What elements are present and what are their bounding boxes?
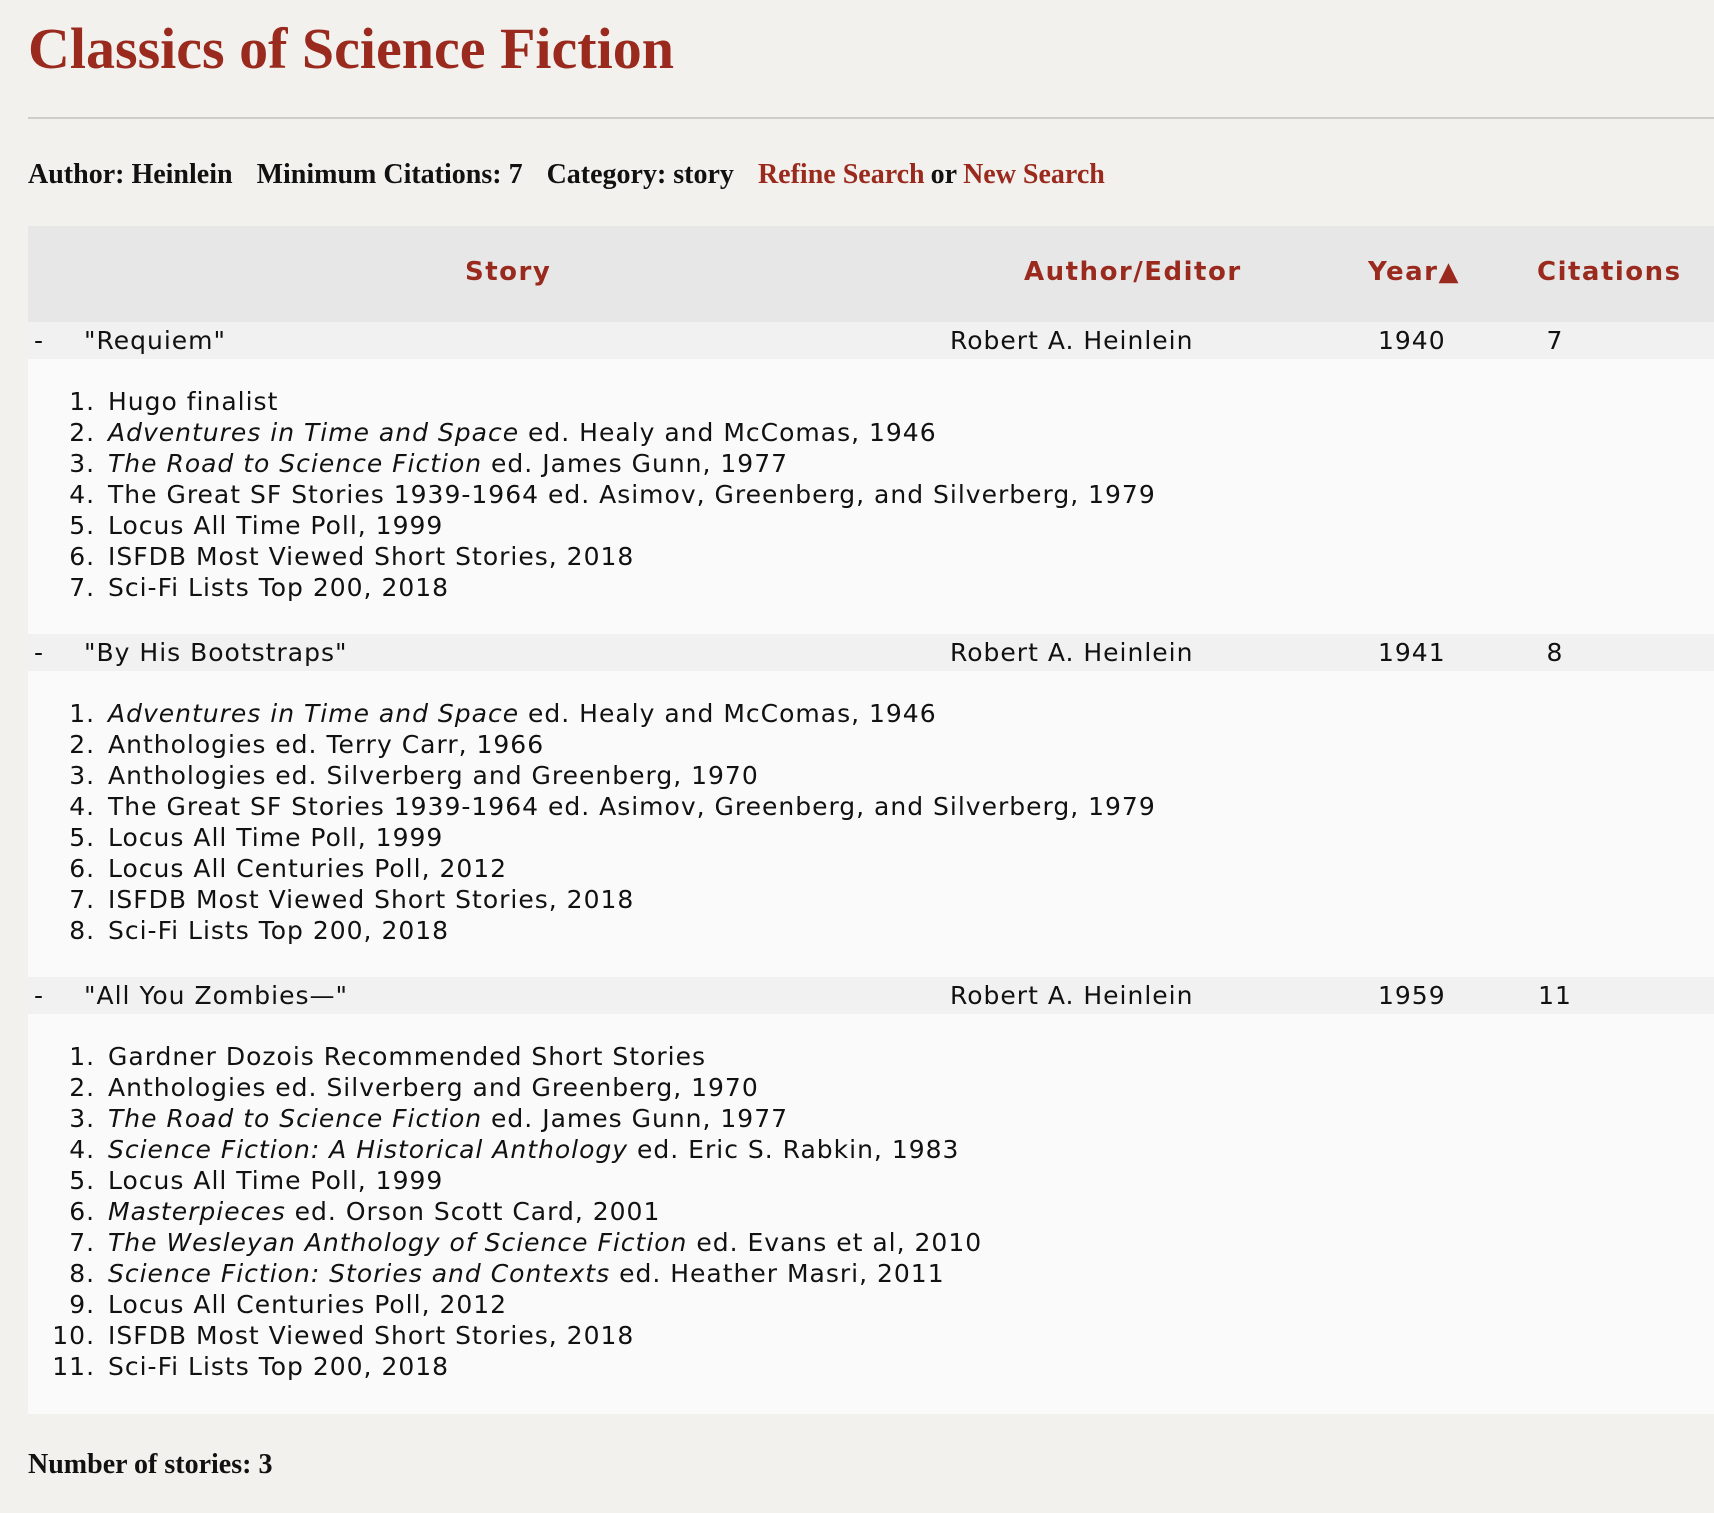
list-item: Locus All Time Poll, 1999 bbox=[104, 1165, 982, 1196]
list-item: Masterpieces ed. Orson Scott Card, 2001 bbox=[104, 1196, 982, 1227]
list-item: Anthologies ed. Terry Carr, 1966 bbox=[104, 729, 1156, 760]
story-year: 1959 bbox=[1378, 981, 1446, 1010]
list-item: Science Fiction: Stories and Contexts ed… bbox=[104, 1258, 982, 1289]
collapse-toggle[interactable]: - bbox=[34, 322, 44, 359]
list-item: Locus All Time Poll, 1999 bbox=[104, 822, 1156, 853]
list-item: Gardner Dozois Recommended Short Stories bbox=[104, 1041, 982, 1072]
story-year: 1941 bbox=[1378, 638, 1446, 667]
results-table: Story Author/Editor Year▲ Citations - "R… bbox=[28, 226, 1714, 1414]
citations-column-header[interactable]: Citations bbox=[1537, 257, 1682, 287]
list-item: Adventures in Time and Space ed. Healy a… bbox=[104, 698, 1156, 729]
list-item: Adventures in Time and Space ed. Healy a… bbox=[104, 417, 1156, 448]
story-citations: 11 bbox=[1538, 981, 1572, 1010]
list-item: Anthologies ed. Silverberg and Greenberg… bbox=[104, 760, 1156, 791]
author-column-header[interactable]: Author/Editor bbox=[1024, 257, 1242, 287]
refine-search-link[interactable]: Refine Search bbox=[758, 159, 925, 190]
list-item: ISFDB Most Viewed Short Stories, 2018 bbox=[104, 884, 1156, 915]
list-item: The Great SF Stories 1939-1964 ed. Asimo… bbox=[104, 479, 1156, 510]
list-item: Hugo finalist bbox=[104, 386, 1156, 417]
table-header: Story Author/Editor Year▲ Citations bbox=[28, 226, 1714, 322]
collapse-toggle[interactable]: - bbox=[34, 634, 44, 671]
list-item: The Wesleyan Anthology of Science Fictio… bbox=[104, 1227, 982, 1258]
citation-list: Adventures in Time and Space ed. Healy a… bbox=[28, 698, 1156, 946]
category-criterion: Category: story bbox=[546, 159, 734, 190]
story-citations: 7 bbox=[1546, 326, 1564, 355]
title-divider bbox=[28, 117, 1714, 119]
list-item: ISFDB Most Viewed Short Stories, 2018 bbox=[104, 1320, 982, 1351]
story-author: Robert A. Heinlein bbox=[950, 981, 1194, 1010]
list-item: Sci-Fi Lists Top 200, 2018 bbox=[104, 915, 1156, 946]
table-row: - "Requiem" Robert A. Heinlein 1940 7 bbox=[28, 322, 1714, 359]
table-row: - "All You Zombies—" Robert A. Heinlein … bbox=[28, 977, 1714, 1014]
or-text: or bbox=[930, 159, 958, 190]
list-item: Science Fiction: A Historical Anthology … bbox=[104, 1134, 982, 1165]
new-search-link[interactable]: New Search bbox=[963, 159, 1105, 190]
list-item: Anthologies ed. Silverberg and Greenberg… bbox=[104, 1072, 982, 1103]
collapse-toggle[interactable]: - bbox=[34, 977, 44, 1014]
author-criterion: Author: Heinlein bbox=[28, 159, 233, 190]
story-year: 1940 bbox=[1378, 326, 1446, 355]
list-item: Locus All Centuries Poll, 2012 bbox=[104, 1289, 982, 1320]
page-title: Classics of Science Fiction bbox=[28, 16, 674, 81]
list-item: Locus All Centuries Poll, 2012 bbox=[104, 853, 1156, 884]
story-title: "By His Bootstraps" bbox=[84, 638, 348, 667]
list-item: The Road to Science Fiction ed. James Gu… bbox=[104, 1103, 982, 1134]
list-item: Sci-Fi Lists Top 200, 2018 bbox=[104, 1351, 982, 1382]
story-title: "All You Zombies—" bbox=[84, 981, 348, 1010]
story-title: "Requiem" bbox=[84, 326, 227, 355]
list-item: Locus All Time Poll, 1999 bbox=[104, 510, 1156, 541]
list-item: The Road to Science Fiction ed. James Gu… bbox=[104, 448, 1156, 479]
story-count: Number of stories: 3 bbox=[28, 1449, 273, 1480]
table-row: - "By His Bootstraps" Robert A. Heinlein… bbox=[28, 634, 1714, 671]
story-citations: 8 bbox=[1546, 638, 1564, 667]
page: Classics of Science Fiction Author: Hein… bbox=[0, 0, 1714, 192]
search-criteria: Author: Heinlein Minimum Citations: 7 Cate… bbox=[28, 158, 1714, 192]
list-item: The Great SF Stories 1939-1964 ed. Asimo… bbox=[104, 791, 1156, 822]
citation-list: Hugo finalist Adventures in Time and Spa… bbox=[28, 386, 1156, 603]
year-column-header[interactable]: Year▲ bbox=[1368, 257, 1460, 287]
citation-list: Gardner Dozois Recommended Short Stories… bbox=[28, 1041, 982, 1382]
citations-criterion: Minimum Citations: 7 bbox=[256, 159, 523, 190]
story-author: Robert A. Heinlein bbox=[950, 638, 1194, 667]
list-item: ISFDB Most Viewed Short Stories, 2018 bbox=[104, 541, 1156, 572]
story-author: Robert A. Heinlein bbox=[950, 326, 1194, 355]
story-column-header[interactable]: Story bbox=[465, 257, 551, 287]
list-item: Sci-Fi Lists Top 200, 2018 bbox=[104, 572, 1156, 603]
